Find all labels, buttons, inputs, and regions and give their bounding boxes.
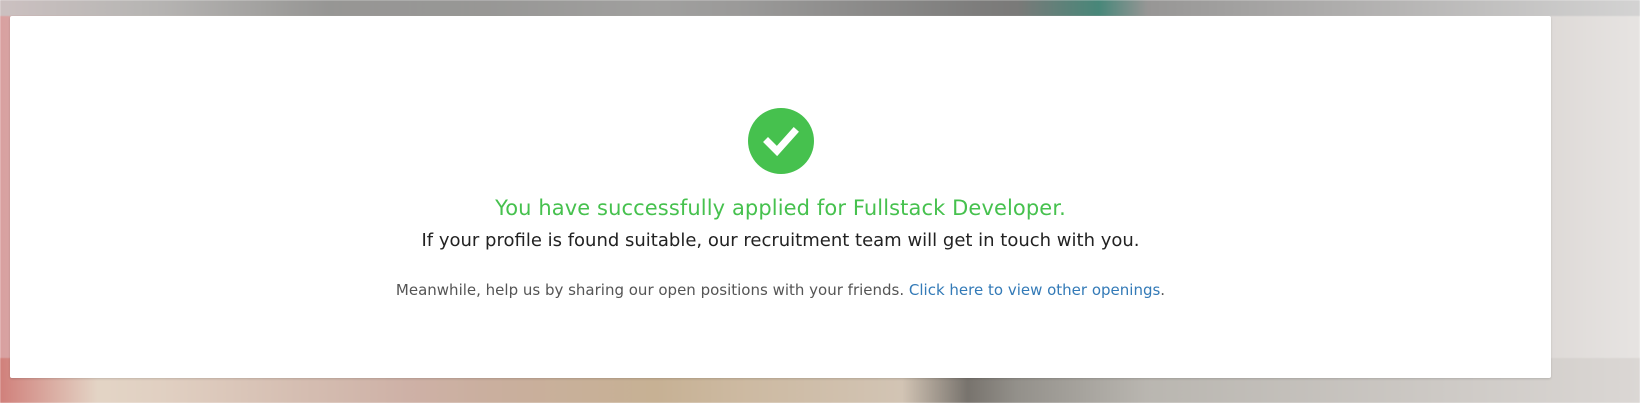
success-title: You have successfully applied for Fullst…: [495, 196, 1066, 220]
success-subtitle: If your profile is found suitable, our r…: [421, 230, 1140, 251]
share-message-text: Meanwhile, help us by sharing our open p…: [395, 281, 905, 299]
success-content: You have successfully applied for Fullst…: [10, 16, 1551, 378]
checkmark-circle-icon: [747, 108, 814, 174]
share-message: Meanwhile, help us by sharing our open p…: [396, 281, 1165, 299]
view-other-openings-link[interactable]: Click here to view other openings: [909, 281, 1160, 299]
application-success-card: You have successfully applied for Fullst…: [10, 16, 1551, 378]
share-message-suffix: .: [1160, 281, 1166, 299]
